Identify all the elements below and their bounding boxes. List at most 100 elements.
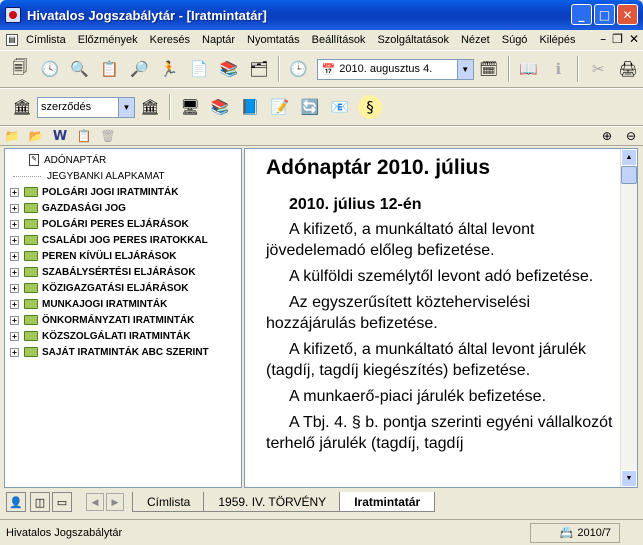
zoom-out-icon[interactable]: ⊖ — [622, 127, 640, 145]
folder-disabled-icon[interactable]: 📁 — [3, 127, 21, 145]
tree-item[interactable]: + MUNKAJOGI IRATMINTÁK — [5, 296, 241, 312]
scroll-up-icon[interactable]: ▲ — [621, 149, 637, 166]
zoom-in-icon[interactable]: ⊕ — [598, 127, 616, 145]
menu-nyomtatas[interactable]: Nyomtatás — [241, 34, 306, 46]
stack-icon[interactable]: 🗂 — [247, 57, 271, 81]
tab-cimlista[interactable]: Címlista — [132, 492, 206, 512]
document-tree[interactable]: ✎ ADÓNAPTÁR JEGYBANKI ALAPKAMAT + POLGÁR… — [4, 148, 242, 488]
find-person-icon[interactable]: 🔎 — [127, 57, 151, 81]
page-icon[interactable]: 📄 — [187, 57, 211, 81]
printer-icon[interactable]: 🖨 — [616, 57, 640, 81]
menu-beallitasok[interactable]: Beállítások — [306, 34, 372, 46]
history-clock-icon[interactable]: 🕓 — [38, 57, 62, 81]
document-paragraph: A külföldi személytől levont adó befizet… — [289, 268, 594, 285]
status-date: 2010/7 — [577, 526, 611, 539]
chevron-down-icon[interactable]: ▼ — [118, 97, 134, 117]
expand-icon[interactable]: + — [10, 251, 19, 261]
document-view[interactable]: Adónaptár 2010. július 2010. július 12-é… — [244, 148, 638, 488]
folder-icon — [24, 315, 38, 325]
menu-naptar[interactable]: Naptár — [196, 34, 241, 46]
tree-item[interactable]: + POLGÁRI PERES ELJÁRÁSOK — [5, 216, 241, 232]
paste-disabled-icon[interactable]: 📋 — [75, 127, 93, 145]
expand-icon[interactable]: + — [10, 347, 19, 357]
word-icon[interactable]: W — [51, 127, 69, 145]
expand-icon[interactable]: + — [10, 315, 19, 325]
expand-icon[interactable]: + — [10, 203, 19, 213]
toolbar-separator — [169, 94, 171, 120]
expand-icon[interactable]: + — [10, 331, 19, 341]
paragraph-icon[interactable]: § — [358, 95, 382, 119]
menu-cimlista[interactable]: Címlista — [20, 34, 72, 46]
document-menu-icon[interactable]: ▤ — [6, 34, 18, 46]
tree-item[interactable]: JEGYBANKI ALAPKAMAT — [5, 168, 241, 184]
expand-icon[interactable]: + — [10, 235, 19, 245]
minimize-button[interactable]: _ — [571, 4, 592, 25]
email-icon[interactable]: 📧 — [328, 95, 352, 119]
menu-nezet[interactable]: Nézet — [455, 34, 496, 46]
tab-iratmintatar[interactable]: Iratmintatár — [339, 492, 436, 512]
runner-icon[interactable]: 🏃 — [157, 57, 181, 81]
document-paragraph: A kifizető, a munkáltató által levont já… — [266, 341, 587, 379]
menu-kereses[interactable]: Keresés — [144, 34, 196, 46]
expand-icon[interactable]: + — [10, 187, 19, 197]
monitor-search-icon[interactable]: 🖥 — [178, 95, 202, 119]
scissors-icon[interactable]: ✂ — [586, 57, 610, 81]
expand-icon[interactable]: + — [10, 267, 19, 277]
vertical-scrollbar[interactable]: ▲ ▼ — [620, 149, 637, 487]
edit-document-icon[interactable]: 📝 — [268, 95, 292, 119]
library-icon[interactable]: 📚 — [208, 95, 232, 119]
scroll-thumb[interactable] — [621, 166, 637, 184]
delete-disabled-icon[interactable]: 🗑 — [99, 127, 117, 145]
open-book-icon[interactable]: 📘 — [238, 95, 262, 119]
mdi-restore-icon[interactable]: ❐ — [612, 32, 623, 46]
expand-icon[interactable]: + — [10, 283, 19, 293]
close-button[interactable]: ✕ — [617, 4, 638, 25]
tree-item[interactable]: ✎ ADÓNAPTÁR — [5, 152, 241, 168]
document-subtitle: 2010. július 12-én — [289, 196, 422, 213]
documents-icon[interactable]: 🗐 — [8, 57, 32, 81]
tree-item[interactable]: + SZABÁLYSÉRTÉSI ELJÁRÁSOK — [5, 264, 241, 280]
chevron-down-icon[interactable]: ▼ — [456, 59, 473, 79]
folder-icon — [24, 347, 38, 357]
single-view-icon[interactable]: ▭ — [52, 492, 72, 512]
books-icon[interactable]: 📚 — [217, 57, 241, 81]
tab-1959-iv-torveny[interactable]: 1959. IV. TÖRVÉNY — [203, 492, 342, 512]
folder-open-disabled-icon[interactable]: 📂 — [27, 127, 45, 145]
user-icon[interactable]: 👤 — [6, 492, 26, 512]
menu-kilepes[interactable]: Kilépés — [533, 34, 581, 46]
expand-icon[interactable]: + — [10, 219, 19, 229]
book-icon[interactable]: 📖 — [517, 57, 541, 81]
menu-szolgaltatasok[interactable]: Szolgáltatások — [371, 34, 455, 46]
tree-item[interactable]: + KÖZSZOLGÁLATI IRATMINTÁK — [5, 328, 241, 344]
tree-item[interactable]: + PEREN KÍVÜLI ELJÁRÁSOK — [5, 248, 241, 264]
tree-item-label: POLGÁRI JOGI IRATMINTÁK — [42, 186, 179, 198]
date-combo[interactable]: 📅 2010. augusztus 4. ▼ — [316, 58, 474, 80]
filter-building-icon[interactable]: 🏛 — [10, 95, 34, 119]
search-icon[interactable]: 🔍 — [68, 57, 92, 81]
tab-next-icon[interactable]: ▶ — [106, 493, 124, 511]
info-icon[interactable]: ℹ — [546, 57, 570, 81]
tree-item[interactable]: + KÖZIGAZGATÁSI ELJÁRÁSOK — [5, 280, 241, 296]
tab-prev-icon[interactable]: ◀ — [86, 493, 104, 511]
menu-sugo[interactable]: Súgó — [496, 34, 534, 46]
resize-grip-icon[interactable] — [626, 526, 640, 540]
expand-icon[interactable]: + — [10, 299, 19, 309]
maximize-button[interactable]: □ — [594, 4, 615, 25]
menu-elozmenyek[interactable]: Előzmények — [72, 34, 144, 46]
tree-item[interactable]: + CSALÁDI JOG PERES IRATOKKAL — [5, 232, 241, 248]
clock-icon[interactable]: 🕒 — [287, 57, 311, 81]
tree-item[interactable]: + POLGÁRI JOGI IRATMINTÁK — [5, 184, 241, 200]
tree-item[interactable]: + GAZDASÁGI JOG — [5, 200, 241, 216]
tree-item[interactable]: + SAJÁT IRATMINTÁK ABC SZERINT — [5, 344, 241, 360]
tree-item[interactable]: + ÖNKORMÁNYZATI IRATMINTÁK — [5, 312, 241, 328]
filter-apply-icon[interactable]: 🏛 — [138, 95, 162, 119]
split-view-icon[interactable]: ◫ — [30, 492, 50, 512]
scroll-down-icon[interactable]: ▼ — [621, 470, 637, 487]
filter-combo[interactable]: szerződés ▼ — [37, 96, 135, 118]
mdi-minimize-icon[interactable]: – — [600, 32, 606, 46]
calendar-settings-icon[interactable]: 🗓 — [477, 57, 501, 81]
refresh-globe-icon[interactable]: 🔄 — [298, 95, 322, 119]
mdi-controls: – ❐ ✕ — [600, 32, 639, 46]
mdi-close-icon[interactable]: ✕ — [629, 32, 639, 46]
copy-icon[interactable]: 📋 — [98, 57, 122, 81]
